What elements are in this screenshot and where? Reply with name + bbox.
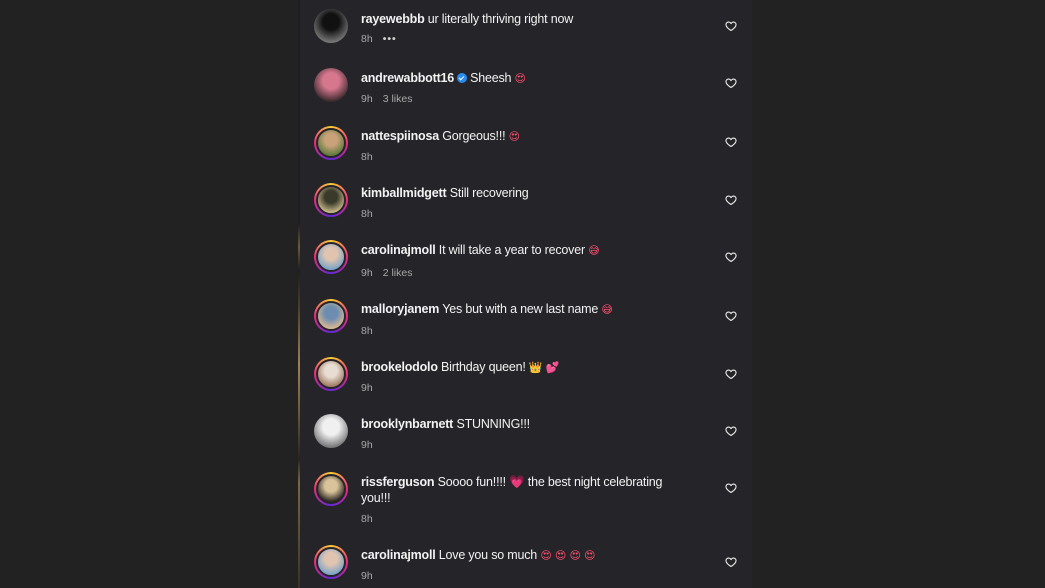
like-heart-icon[interactable] (725, 193, 737, 206)
comment-timestamp: 8h (361, 208, 373, 220)
comment-body: Sheesh (470, 71, 512, 85)
comment-emoji: 😍 😍 😍 😍 (540, 549, 596, 562)
comment-meta: 8h (361, 208, 383, 220)
comment-meta: 9h 2 likes (361, 267, 422, 279)
comment-emoji: 👑 💕 (528, 361, 560, 374)
comment-username[interactable]: carolinajmoll (361, 243, 436, 257)
comment-timestamp: 8h (361, 513, 373, 525)
comment-meta: 8h (361, 513, 383, 525)
avatar-image (314, 9, 348, 43)
avatar[interactable] (314, 9, 348, 43)
like-heart-icon[interactable] (725, 424, 737, 437)
like-heart-icon[interactable] (725, 135, 737, 148)
comment-body: It will take a year to recover (438, 243, 585, 257)
comment-meta: 8h (361, 151, 383, 163)
comment-body: Birthday queen! (441, 360, 526, 374)
comment-meta: 9h (361, 382, 383, 394)
comment-timestamp: 9h (361, 382, 373, 394)
avatar-image (316, 128, 346, 158)
comment-emoji: 😍 (514, 72, 526, 85)
comment-username[interactable]: brooklynbarnett (361, 417, 453, 431)
comment-timestamp: 9h (361, 93, 373, 105)
comment-timestamp: 8h (361, 33, 373, 45)
avatar-image (316, 242, 346, 272)
comment-body: STUNNING!!! (456, 417, 530, 431)
comment-meta: 9h 3 likes (361, 93, 422, 105)
avatar-image (316, 359, 346, 389)
comment-meta: 8h ••• (361, 33, 407, 45)
comment-like-count[interactable]: 3 likes (383, 93, 413, 105)
comment-emoji: 😅 (588, 244, 600, 257)
avatar[interactable] (314, 472, 348, 506)
like-heart-icon[interactable] (725, 555, 737, 568)
comment-text-block: nattespiinosa Gorgeous!!! 😍 (361, 128, 691, 145)
like-heart-icon[interactable] (725, 481, 737, 494)
comment-username[interactable]: andrewabbott16 (361, 71, 454, 85)
avatar-image (314, 414, 348, 448)
comment-timestamp: 9h (361, 570, 373, 582)
comment-username[interactable]: malloryjanem (361, 302, 439, 316)
comment-meta: 8h (361, 325, 383, 337)
avatar[interactable] (314, 183, 348, 217)
comment-body: ur literally thriving right now (427, 12, 574, 26)
avatar[interactable] (314, 299, 348, 333)
more-options-icon[interactable]: ••• (383, 33, 397, 45)
like-heart-icon[interactable] (725, 250, 737, 263)
like-heart-icon[interactable] (725, 367, 737, 380)
avatar-image (314, 68, 348, 102)
avatar-image (316, 301, 346, 331)
comment-timestamp: 9h (361, 439, 373, 451)
verified-badge-icon (457, 73, 468, 83)
comment-text-block: rissferguson Soooo fun!!!! 💗 the best ni… (361, 474, 691, 506)
comment-body: Still recovering (449, 186, 529, 200)
comment-text-block: carolinajmoll It will take a year to rec… (361, 242, 691, 259)
comment-emoji: 😍 (508, 130, 520, 143)
comment-text-block: brooklynbarnett STUNNING!!! (361, 416, 691, 432)
comment-timestamp: 8h (361, 151, 373, 163)
comment-body: Yes but with a new last name (442, 302, 599, 316)
comment-emoji: 😅 (601, 303, 613, 316)
comment-username[interactable]: rayewebbb (361, 12, 425, 26)
comment-username[interactable]: kimballmidgett (361, 186, 447, 200)
avatar-image (316, 185, 346, 215)
comment-timestamp: 8h (361, 325, 373, 337)
avatar[interactable] (314, 357, 348, 391)
avatar-image (316, 547, 346, 577)
comment-text-block: andrewabbott16 Sheesh 😍 (361, 70, 691, 87)
avatar-image (316, 474, 346, 504)
like-heart-icon[interactable] (725, 19, 737, 32)
comment-body: Love you so much (438, 548, 538, 562)
comment-text-block: malloryjanem Yes but with a new last nam… (361, 301, 691, 318)
like-heart-icon[interactable] (725, 76, 737, 89)
comment-text-block: brookelodolo Birthday queen! 👑 💕 (361, 359, 691, 376)
avatar[interactable] (314, 240, 348, 274)
comment-username[interactable]: carolinajmoll (361, 548, 436, 562)
avatar[interactable] (314, 68, 348, 102)
comment-meta: 9h (361, 439, 383, 451)
page: rayewebbb ur literally thriving right no… (0, 0, 1045, 588)
avatar[interactable] (314, 545, 348, 579)
comment-text-block: rayewebbb ur literally thriving right no… (361, 11, 691, 27)
avatar[interactable] (314, 414, 348, 448)
comment-text-block: kimballmidgett Still recovering (361, 185, 691, 201)
comment-username[interactable]: rissferguson (361, 475, 435, 489)
comment-username[interactable]: nattespiinosa (361, 129, 439, 143)
comment-username[interactable]: brookelodolo (361, 360, 438, 374)
comment-meta: 9h (361, 570, 383, 582)
comment-text-block: carolinajmoll Love you so much 😍 😍 😍 😍 (361, 547, 691, 564)
like-heart-icon[interactable] (725, 309, 737, 322)
comment-body: Gorgeous!!! (442, 129, 506, 143)
comment-like-count[interactable]: 2 likes (383, 267, 413, 279)
comment-timestamp: 9h (361, 267, 373, 279)
avatar[interactable] (314, 126, 348, 160)
comments-panel[interactable]: rayewebbb ur literally thriving right no… (300, 0, 752, 588)
